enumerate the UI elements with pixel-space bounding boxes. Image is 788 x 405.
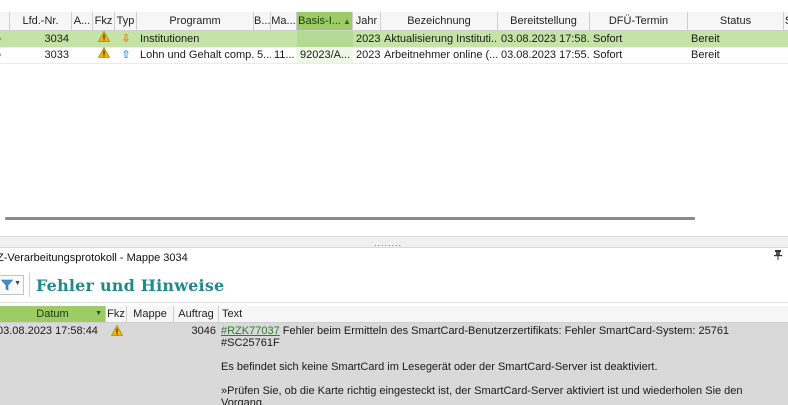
cell-status: Bereit [691,49,720,61]
warning-icon [93,47,115,63]
mappen-grid-header: Lfd.-Nr. A... Fkz Typ Programm B... Ma..… [0,12,788,31]
chevron-down-icon: ▼ [14,280,21,287]
cell-lfd-nr: 3034 [44,33,69,45]
col-header-dfu-termin[interactable]: DFÜ-Termin [590,12,688,30]
message-action: »Prüfen Sie, ob die Karte richtig einges… [221,385,743,405]
cell-status: Bereit [691,33,720,45]
mappen-grid: Lfd.-Nr. A... Fkz Typ Programm B... Ma..… [0,0,788,236]
col-header-b[interactable]: B... [254,12,271,30]
row-indicator-header [0,12,10,30]
col-header-fkz[interactable]: Fkz [106,306,127,322]
message-code: #SC25761F [221,337,280,349]
col-header-text[interactable]: Text [219,306,788,322]
col-header-lfd-nr[interactable]: Lfd.-Nr. [10,12,72,30]
cell-mappe [127,325,174,337]
table-row[interactable]: › 3034 ⇩ Institutionen 2023 Aktualisieru… [0,31,788,48]
col-header-datum[interactable]: Datum ▼ [0,306,106,322]
col-header-typ[interactable]: Typ [115,12,137,30]
chevron-down-icon: ▼ [95,310,102,317]
table-row[interactable]: › 3033 ⇧ Lohn und Gehalt comp... 5... 11… [0,47,788,64]
cell-auftrag: 3046 [191,325,216,337]
cell-lfd-nr: 3033 [44,49,69,61]
cell-jahr: 2023 [356,49,381,61]
message-hint: Es befindet sich keine SmartCard im Lese… [221,361,658,373]
col-header-jahr[interactable]: Jahr [353,12,381,30]
col-header-bereitstellung[interactable]: Bereitstellung [498,12,590,30]
row-caret-icon: › [0,47,2,63]
cell-programm: Institutionen [140,33,200,45]
cell-bezeichnung: Aktualisierung Instituti... [384,33,498,45]
toolbar-separator [29,273,30,297]
col-header-basis-label: Basis-I... [298,15,341,27]
panel-caption-label: Z-Verarbeitungsprotokoll - Mappe 3034 [0,252,188,264]
warning-icon [93,31,115,47]
message-text: Fehler beim Ermitteln des SmartCard-Benu… [282,325,730,337]
list-item[interactable]: 03.08.2023 17:58:44 3046 #RZK77037 Fehle… [0,323,788,405]
download-arrow-icon: ⇩ [121,33,131,45]
cell-dfu-termin: Sofort [593,49,623,61]
col-header-mappe[interactable]: Mappe [127,306,174,322]
upload-arrow-icon: ⇧ [121,49,131,61]
cell-bereitstellung: 03.08.2023 17:58... [501,33,590,45]
row-caret-icon: › [0,31,2,47]
pin-icon[interactable] [774,250,782,266]
splitter-grip-icon: ........ [374,238,403,248]
filter-icon [1,279,13,291]
cell-basis [297,31,353,47]
cell-bezeichnung: Arbeitnehmer online (... [384,49,498,61]
col-header-basis[interactable]: Basis-I... ▲ [297,12,353,30]
cell-ma [271,31,297,47]
col-header-fkz[interactable]: Fkz [93,12,115,30]
protocol-grid: Datum ▼ Fkz Mappe Auftrag Text 03.08.202… [0,306,788,405]
cell-b: 5... [257,49,271,61]
cell-b [254,31,271,47]
cell-jahr: 2023 [356,33,381,45]
panel-caption: Z-Verarbeitungsprotokoll - Mappe 3034 [0,250,788,266]
error-code-link[interactable]: #RZK77037 [221,325,280,337]
cell-ma: 11... [274,49,295,61]
col-header-a[interactable]: A... [72,12,93,30]
col-header-bezeichnung[interactable]: Bezeichnung [381,12,498,30]
col-header-datum-label: Datum [36,308,69,320]
col-header-auftrag[interactable]: Auftrag [174,306,219,322]
col-header-s[interactable]: S [784,12,788,30]
message-line-1: #RZK77037 Fehler beim Ermitteln des Smar… [221,325,781,337]
col-header-status[interactable]: Status [688,12,784,30]
col-header-programm[interactable]: Programm [137,12,254,30]
col-header-ma[interactable]: Ma... [271,12,297,30]
cell-basis: 92023/A... [297,47,353,63]
cell-dfu-termin: Sofort [593,33,623,45]
protocol-grid-header: Datum ▼ Fkz Mappe Auftrag Text [0,306,788,323]
warning-icon [106,325,127,337]
sort-ascending-icon: ▲ [342,17,351,26]
section-title: Fehler und Hinweise [36,276,225,295]
protocol-toolbar: ▼ Fehler und Hinweise [0,268,788,303]
cell-text: #RZK77037 Fehler beim Ermitteln des Smar… [221,325,781,405]
filter-dropdown-button[interactable]: ▼ [0,275,24,295]
cell-programm: Lohn und Gehalt comp... [140,49,254,61]
cell-bereitstellung: 03.08.2023 17:55... [501,49,590,61]
cell-datum: 03.08.2023 17:58:44 [0,325,98,337]
panel-splitter[interactable]: ........ [0,236,788,248]
horizontal-scrollbar[interactable] [5,217,695,220]
